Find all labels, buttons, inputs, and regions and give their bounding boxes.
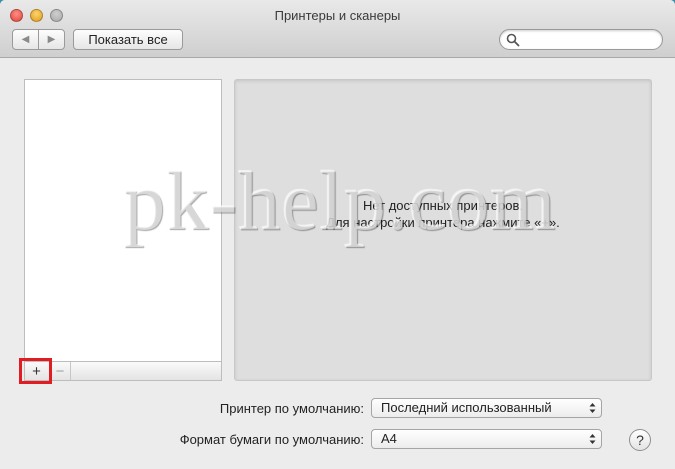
- chevron-updown-icon: [589, 434, 596, 444]
- add-button-highlight: [19, 358, 52, 384]
- search-input[interactable]: [522, 32, 658, 47]
- printer-list-toolbar: + −: [24, 361, 222, 381]
- paper-size-label: Формат бумаги по умолчанию:: [179, 432, 364, 447]
- no-printers-message: Нет доступных принтеров. Для настройки п…: [235, 197, 651, 231]
- back-forward-control: ◀ ▶: [12, 29, 65, 50]
- chevron-updown-icon: [589, 403, 596, 413]
- show-all-button[interactable]: Показать все: [73, 29, 183, 50]
- toolbar: Принтеры и сканеры ◀ ▶ Показать все: [0, 0, 675, 58]
- paper-size-value: A4: [381, 431, 397, 446]
- remove-printer-button[interactable]: −: [49, 362, 71, 380]
- default-printer-label: Принтер по умолчанию:: [219, 401, 364, 416]
- default-printer-value: Последний использованный: [381, 400, 552, 415]
- no-printers-line1: Нет доступных принтеров.: [362, 198, 524, 213]
- help-button[interactable]: ?: [629, 429, 651, 451]
- search-field[interactable]: [499, 29, 663, 50]
- forward-button[interactable]: ▶: [38, 30, 64, 49]
- default-printer-select[interactable]: Последний использованный: [371, 398, 602, 418]
- search-icon: [506, 33, 520, 47]
- printer-list[interactable]: [24, 79, 222, 362]
- printer-detail-panel: Нет доступных принтеров. Для настройки п…: [234, 79, 652, 381]
- paper-size-select[interactable]: A4: [371, 429, 602, 449]
- no-printers-line2: Для настройки принтера нажмите «+».: [326, 215, 560, 230]
- printers-window: Принтеры и сканеры ◀ ▶ Показать все + − …: [0, 0, 675, 469]
- window-title: Принтеры и сканеры: [274, 8, 401, 23]
- back-button[interactable]: ◀: [13, 30, 38, 49]
